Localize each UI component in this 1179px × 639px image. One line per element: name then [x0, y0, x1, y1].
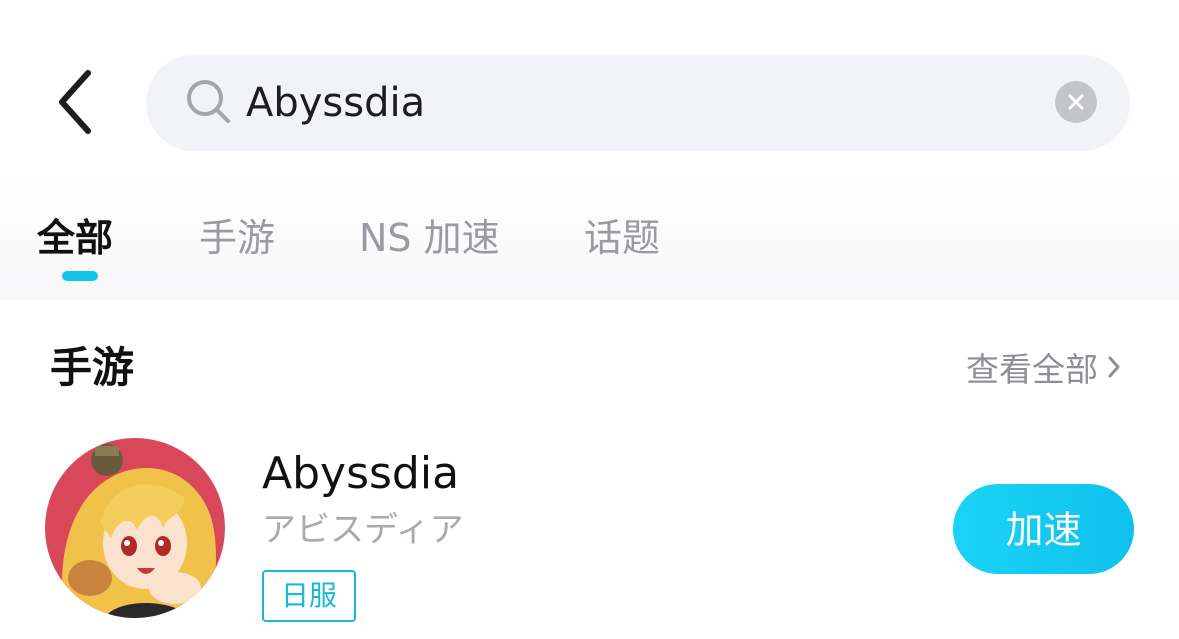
clear-button[interactable] [1055, 81, 1097, 123]
tab-ns-accelerate[interactable]: NS 加速 [359, 210, 500, 266]
view-all-label: 查看全部 [966, 350, 1098, 389]
tab-all[interactable]: 全部 [37, 210, 113, 266]
region-badge: 日服 [262, 570, 356, 622]
section-title: 手游 [50, 343, 135, 392]
search-bar[interactable] [146, 55, 1130, 151]
app-screen: 全部 手游 NS 加速 话题 手游 查看全部 [0, 0, 1179, 639]
active-tab-indicator [62, 271, 98, 281]
game-avatar[interactable] [45, 438, 225, 618]
chevron-right-icon [1108, 356, 1120, 378]
back-button[interactable] [46, 62, 106, 142]
accelerate-button-label: 加速 [1005, 508, 1082, 552]
game-result-item[interactable]: Abyssdia アビスディア 日服 加速 [0, 420, 1179, 639]
game-artwork-image [45, 438, 225, 618]
view-all-link[interactable]: 查看全部 [966, 342, 1122, 392]
search-input[interactable] [246, 71, 1036, 135]
clear-icon [1068, 94, 1084, 110]
search-icon [187, 80, 230, 123]
game-title: Abyssdia [262, 448, 460, 499]
back-chevron-icon [59, 70, 91, 134]
tab-topics[interactable]: 话题 [584, 210, 660, 266]
accelerate-button[interactable]: 加速 [953, 484, 1134, 574]
search-header [0, 0, 1179, 170]
tab-mobile-games[interactable]: 手游 [199, 210, 275, 266]
category-tabs: 全部 手游 NS 加速 话题 [0, 170, 1179, 300]
game-subtitle: アビスディア [262, 510, 464, 550]
